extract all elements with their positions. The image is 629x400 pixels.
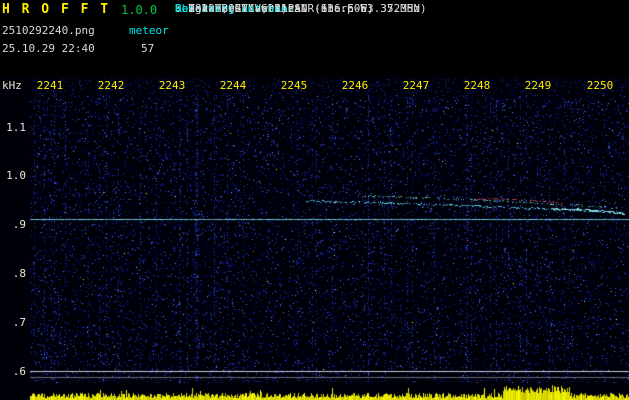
output-filename: 2510292240.png bbox=[2, 24, 95, 37]
mode-label: meteor bbox=[129, 24, 169, 37]
time-label: 2247 bbox=[402, 79, 430, 92]
time-label: 2250 bbox=[586, 79, 614, 92]
freq-label: 1.0 bbox=[6, 169, 26, 182]
time-label: 2242 bbox=[97, 79, 125, 92]
time-label: 2244 bbox=[219, 79, 247, 92]
hrofft-screen: H R O F F T 1.0.0 2510292240.png meteor … bbox=[0, 0, 629, 400]
freq-label: .6 bbox=[12, 365, 26, 378]
time-label: 2249 bbox=[524, 79, 552, 92]
freq-label: .9 bbox=[12, 218, 26, 231]
time-label: 2248 bbox=[463, 79, 491, 92]
info-value: : 2el-HB9CV Vertical (el. E-W) bbox=[175, 2, 374, 15]
freq-label: 1.1 bbox=[6, 121, 26, 134]
observation-datetime: 25.10.29 22:40 bbox=[2, 42, 95, 55]
app-version: 1.0.0 bbox=[121, 3, 158, 17]
freq-unit-label: kHz bbox=[2, 79, 22, 92]
time-label: 2243 bbox=[158, 79, 186, 92]
spectrogram-canvas bbox=[0, 75, 629, 400]
time-label: 2241 bbox=[36, 79, 64, 92]
header: H R O F F T 1.0.0 2510292240.png meteor … bbox=[0, 0, 629, 75]
echo-count: 57 bbox=[141, 42, 155, 55]
time-label: 2246 bbox=[341, 79, 369, 92]
freq-label: .8 bbox=[12, 267, 26, 280]
freq-label: .7 bbox=[12, 316, 26, 329]
time-label: 2245 bbox=[280, 79, 308, 92]
app-title: H R O F F T bbox=[2, 2, 111, 17]
